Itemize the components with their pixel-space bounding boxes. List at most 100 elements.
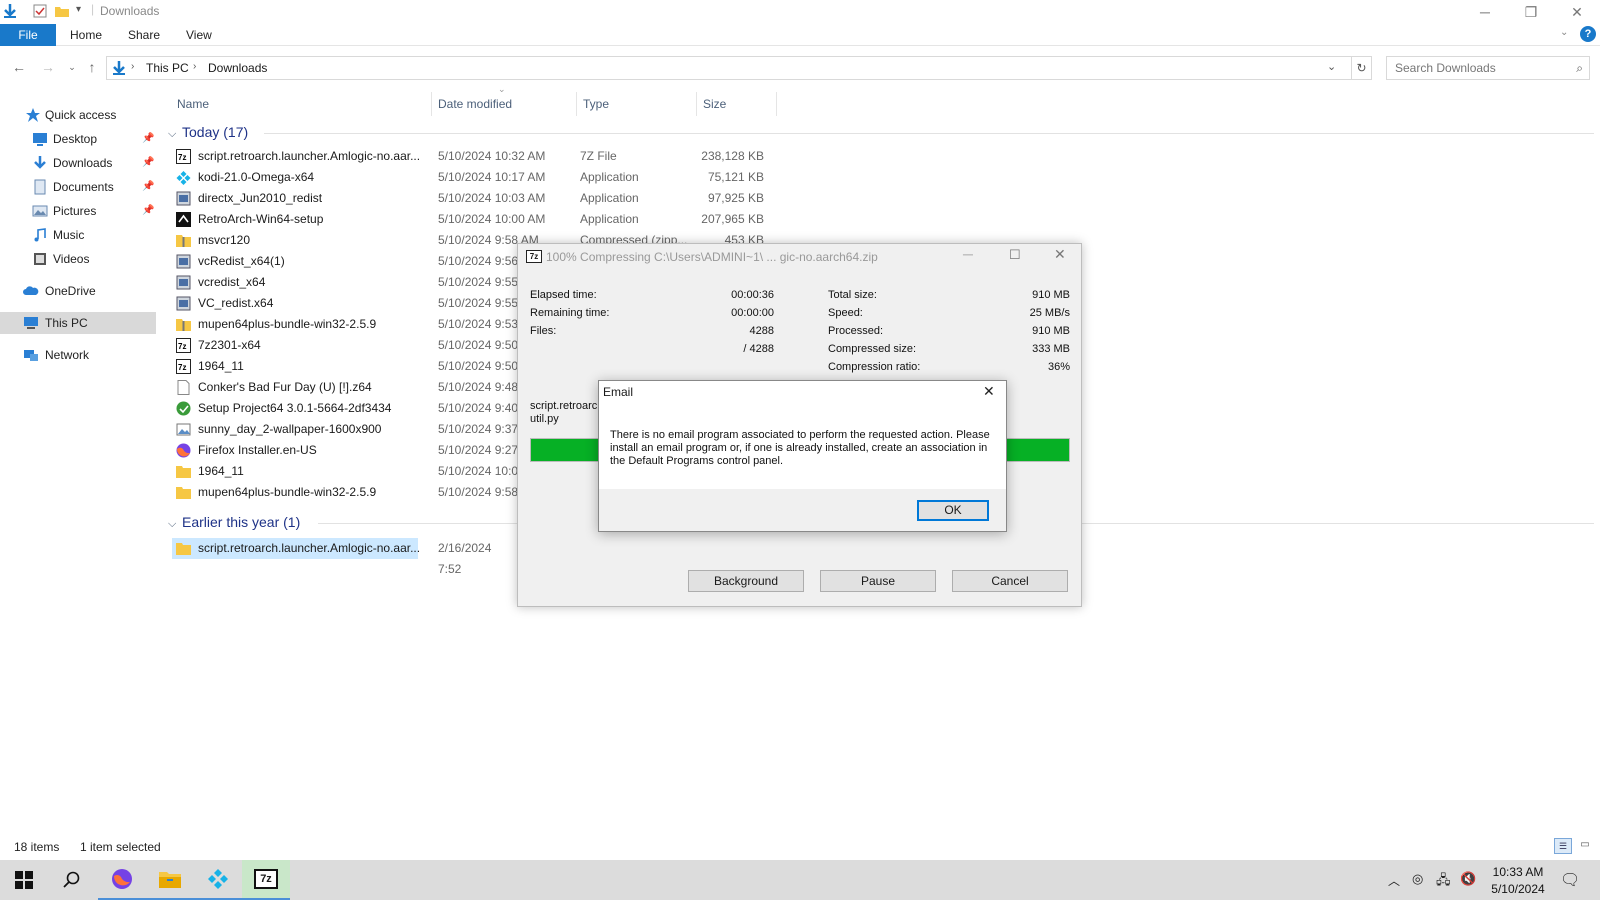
breadcrumb-this-pc[interactable]: This PC [146, 61, 189, 75]
firefox-taskbar-button[interactable] [98, 860, 146, 900]
nav-music[interactable]: Music [0, 224, 156, 246]
file-type: Application [580, 170, 639, 184]
recent-locations-icon[interactable]: ⌄ [62, 57, 82, 77]
email-error-dialog: Email ✕ There is no email program associ… [598, 380, 1007, 532]
nav-downloads[interactable]: Downloads 📌 [0, 152, 156, 174]
downloads-icon [34, 156, 46, 169]
search-button[interactable] [48, 860, 96, 900]
pin-icon[interactable]: 📌 [142, 128, 154, 150]
details-view-icon[interactable]: ☰ [1554, 838, 1572, 854]
pin-icon[interactable]: 📌 [142, 152, 154, 174]
expand-ribbon-icon[interactable]: ⌄ [1560, 27, 1568, 38]
search-input[interactable]: Search Downloads ⌕ [1386, 56, 1590, 80]
show-hidden-icons-icon[interactable]: ︿ [1388, 872, 1400, 889]
file-date: 5/10/2024 9:50 [438, 338, 519, 352]
pin-icon[interactable]: 📌 [142, 176, 154, 198]
windows-logo-icon [15, 871, 33, 889]
start-button[interactable] [0, 860, 48, 900]
file-date: 5/10/2024 9:48 [438, 380, 519, 394]
file-explorer-taskbar-button[interactable] [146, 860, 194, 900]
minimize-button[interactable]: ─ [1462, 0, 1508, 24]
file-name: 1964_11 [198, 359, 244, 373]
tab-home[interactable]: Home [58, 24, 114, 46]
column-header-size[interactable]: Size [703, 94, 726, 114]
nav-quick-access[interactable]: Quick access [0, 104, 156, 126]
breadcrumb-downloads[interactable]: Downloads [208, 61, 267, 75]
file-name: 1964_11 [198, 464, 244, 478]
back-button[interactable]: ← [9, 57, 29, 77]
clock-date[interactable]: 5/10/2024 [1486, 882, 1550, 896]
processed-value: 910 MB [1032, 325, 1070, 337]
pin-icon[interactable]: 📌 [142, 200, 154, 222]
customize-toolbar-icon[interactable]: ▾ [76, 4, 81, 15]
file-date: 5/10/2024 9:55 [438, 275, 519, 289]
column-divider[interactable] [696, 92, 697, 116]
action-center-icon[interactable]: 🗨 [1560, 870, 1580, 890]
file-name: mupen64plus-bundle-win32-2.5.9 [198, 317, 377, 331]
forward-button[interactable]: → [38, 57, 58, 77]
total-size-label: Total size: [828, 289, 877, 301]
column-divider[interactable] [576, 92, 577, 116]
nav-pictures[interactable]: Pictures 📌 [0, 200, 156, 222]
search-placeholder: Search Downloads [1395, 61, 1496, 75]
file-name: sunny_day_2-wallpaper-1600x900 [198, 422, 382, 436]
speed-label: Speed: [828, 307, 863, 319]
file-name: mupen64plus-bundle-win32-2.5.9 [198, 485, 377, 499]
nav-videos[interactable]: Videos [0, 248, 156, 270]
restore-button[interactable]: ❐ [1508, 0, 1554, 24]
file-date: 5/10/2024 9:58 [438, 485, 519, 499]
address-bar[interactable]: › This PC › Downloads ⌄ ↻ [106, 56, 1372, 80]
close-button[interactable]: ✕ [983, 383, 995, 400]
address-dropdown-icon[interactable]: ⌄ [1327, 60, 1336, 73]
background-button[interactable]: Background [688, 570, 804, 592]
star-icon [26, 108, 40, 122]
tab-view[interactable]: View [174, 24, 224, 46]
column-divider[interactable] [431, 92, 432, 116]
refresh-icon[interactable]: ↻ [1351, 57, 1371, 79]
up-button[interactable]: ↑ [82, 57, 102, 77]
network-status-icon[interactable]: 🖧 [1436, 871, 1451, 893]
compression-ratio-label: Compression ratio: [828, 361, 921, 373]
dialog-title: 100% Compressing C:\Users\ADMINI~1\ ... … [546, 250, 878, 264]
cancel-button[interactable]: Cancel [952, 570, 1068, 592]
file-row-selected[interactable]: script.retroarch.launcher.Amlogic-no.aar… [172, 538, 491, 576]
file-name: 7z2301-x64 [198, 338, 261, 352]
help-icon[interactable]: ? [1580, 26, 1596, 42]
file-row[interactable]: kodi-21.0-Omega-x64 5/10/2024 10:17 AM App… [172, 167, 1572, 188]
volume-muted-icon[interactable]: 🔇 [1460, 871, 1476, 887]
nav-onedrive[interactable]: OneDrive [0, 280, 156, 302]
search-icon: ⌕ [1576, 61, 1583, 75]
column-header-date[interactable]: Date modified [438, 94, 512, 114]
file-row[interactable]: RetroArch-Win64-setup 5/10/2024 10:00 AM A… [172, 209, 1572, 230]
group-header-earlier[interactable]: ⌵ Earlier this year (1) [168, 511, 300, 533]
properties-icon[interactable] [32, 3, 48, 19]
pause-button[interactable]: Pause [820, 570, 936, 592]
item-count: 18 items [14, 840, 60, 854]
folder-icon [176, 485, 191, 500]
nav-network[interactable]: Network [0, 344, 156, 366]
nav-this-pc[interactable]: This PC [0, 312, 156, 334]
clock-time[interactable]: 10:33 AM [1486, 865, 1550, 879]
column-header-name[interactable]: Name [177, 94, 209, 114]
group-header-today[interactable]: ⌵ Today (17) [168, 121, 248, 143]
file-row[interactable]: directx_Jun2010_redist 5/10/2024 10:03 AM… [172, 188, 1572, 209]
close-button[interactable]: ✕ [1554, 0, 1600, 24]
column-header-type[interactable]: Type [583, 94, 609, 114]
large-icons-view-icon[interactable]: ▭ [1576, 838, 1594, 854]
7zip-taskbar-button[interactable]: 7z [242, 860, 290, 900]
minimize-button[interactable]: ─ [963, 246, 973, 262]
nav-documents[interactable]: Documents 📌 [0, 176, 156, 198]
new-folder-icon[interactable] [54, 3, 70, 19]
column-divider[interactable] [776, 92, 777, 116]
webcam-icon[interactable]: ◎ [1412, 871, 1423, 887]
ok-button[interactable]: OK [917, 500, 989, 521]
zip-folder-icon [176, 233, 191, 248]
tab-share[interactable]: Share [116, 24, 172, 46]
file-date: 5/10/2024 9:55 [438, 296, 519, 310]
maximize-button[interactable]: ☐ [1009, 247, 1021, 263]
file-row[interactable]: 7z script.retroarch.launcher.Amlogic-no.a… [172, 146, 1572, 167]
close-button[interactable]: ✕ [1054, 246, 1066, 263]
tab-file[interactable]: File [0, 24, 56, 46]
nav-desktop[interactable]: Desktop 📌 [0, 128, 156, 150]
kodi-taskbar-button[interactable] [194, 860, 242, 900]
